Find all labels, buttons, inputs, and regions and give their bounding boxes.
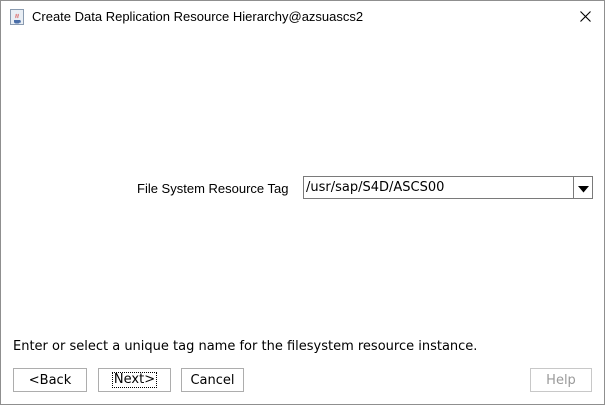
dropdown-button[interactable]	[573, 177, 592, 198]
cancel-button-label: Cancel	[190, 372, 235, 388]
close-button[interactable]	[572, 5, 598, 27]
chevron-down-icon	[577, 178, 589, 197]
back-button-label: <Back	[28, 372, 72, 388]
title-bar: Create Data Replication Resource Hierarc…	[1, 1, 604, 34]
window-title: Create Data Replication Resource Hierarc…	[32, 9, 364, 24]
dialog-window: Create Data Replication Resource Hierarc…	[0, 0, 605, 405]
resource-tag-input[interactable]	[304, 177, 572, 198]
next-button[interactable]: Next>	[98, 368, 171, 392]
cancel-button[interactable]: Cancel	[181, 368, 244, 392]
instruction-text: Enter or select a unique tag name for th…	[13, 339, 478, 354]
close-icon	[579, 7, 591, 26]
help-button-label: Help	[546, 372, 576, 388]
resource-tag-combobox[interactable]	[303, 176, 593, 199]
help-button[interactable]: Help	[530, 368, 592, 392]
java-cup-icon	[10, 9, 24, 25]
back-button[interactable]: <Back	[13, 368, 87, 392]
next-button-label: Next>	[111, 372, 158, 388]
resource-tag-label: File System Resource Tag	[137, 181, 289, 196]
